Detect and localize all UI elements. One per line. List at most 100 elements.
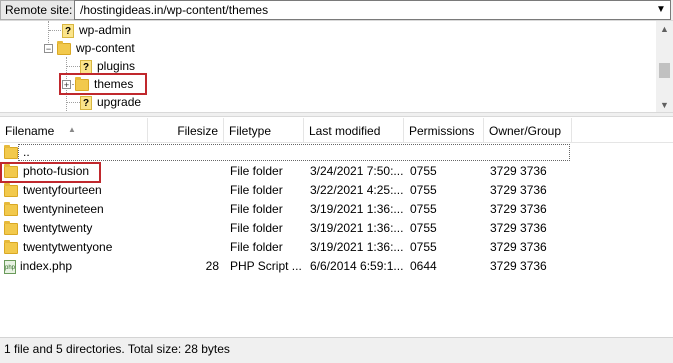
modified-text: 6/6/2014 6:59:1... — [310, 259, 404, 273]
perms-cell: 0755 — [410, 200, 484, 219]
type-cell: File folder — [230, 162, 304, 181]
table-row[interactable]: twentynineteen File folder 3/19/2021 1:36:… — [0, 200, 673, 219]
type-text: File folder — [230, 221, 283, 235]
column-header-owner-group[interactable]: Owner/Group — [484, 118, 572, 142]
tree-node-label: wp-content — [76, 41, 135, 55]
unknown-folder-icon: ? — [62, 23, 74, 38]
name-text: twentyfourteen — [23, 183, 102, 197]
remote-site-bar: Remote site: /hostingideas.in/wp-content… — [0, 0, 673, 20]
size-cell: 28 — [148, 257, 219, 276]
pane-splitter[interactable] — [0, 112, 673, 117]
size-text: 28 — [205, 259, 219, 273]
remote-directory-tree[interactable]: ? wp-admin − wp-content ? plugins + themes ?… — [0, 20, 673, 113]
type-cell: File folder — [230, 181, 304, 200]
table-row[interactable]: twentytwenty File folder 3/19/2021 1:36:..… — [0, 219, 673, 238]
column-header-row: Filename ▲ Filesize Filetype Last modifi… — [0, 118, 673, 143]
owner-cell: 3729 3736 — [490, 238, 570, 257]
name-text: twentytwenty — [23, 221, 93, 235]
type-cell: File folder — [230, 238, 304, 257]
folder-icon — [4, 182, 18, 197]
table-row[interactable]: twentyfourteen File folder 3/22/2021 4:25:… — [0, 181, 673, 200]
table-row[interactable]: php index.php 28 PHP Script ... 6/6/2014 6:5… — [0, 257, 673, 276]
modified-text: 3/19/2021 1:36:... — [310, 221, 404, 235]
column-header-label: Filename — [5, 124, 55, 138]
modified-cell: 6/6/2014 6:59:1... — [310, 257, 404, 276]
perms-text: 0755 — [410, 164, 437, 178]
owner-cell: 3729 3736 — [490, 181, 570, 200]
owner-text: 3729 3736 — [490, 202, 547, 216]
column-header-label: Permissions — [409, 124, 475, 138]
folder-icon — [4, 144, 18, 159]
size-cell — [148, 200, 219, 219]
size-cell — [148, 181, 219, 200]
type-text: File folder — [230, 164, 283, 178]
modified-text: 3/19/2021 1:36:... — [310, 202, 404, 216]
remote-path-combobox[interactable]: /hostingideas.in/wp-content/themes ▼ — [74, 0, 671, 20]
size-cell — [148, 219, 219, 238]
php-file-icon: php — [4, 259, 16, 274]
folder-icon — [57, 40, 71, 55]
column-header-filesize[interactable]: Filesize — [148, 118, 224, 142]
owner-cell: 3729 3736 — [490, 200, 570, 219]
owner-text: 3729 3736 — [490, 240, 547, 254]
modified-cell: 3/19/2021 1:36:... — [310, 219, 404, 238]
tree-node-wp-content[interactable]: − wp-content — [44, 39, 135, 57]
perms-cell: 0755 — [410, 238, 484, 257]
modified-text: 3/22/2021 4:25:... — [310, 183, 404, 197]
name-text: twentynineteen — [23, 202, 104, 216]
tree-scrollbar[interactable]: ▲ ▼ — [656, 21, 673, 113]
remote-file-list[interactable]: Filename ▲ Filesize Filetype Last modifi… — [0, 118, 673, 337]
perms-text: 0644 — [410, 259, 437, 273]
owner-text: 3729 3736 — [490, 259, 547, 273]
name-text: index.php — [20, 259, 73, 273]
owner-text: 3729 3736 — [490, 164, 547, 178]
collapse-icon[interactable]: − — [44, 44, 53, 54]
modified-cell: 3/19/2021 1:36:... — [310, 238, 404, 257]
tree-node-wp-admin[interactable]: ? wp-admin — [62, 21, 131, 39]
perms-cell: 0755 — [410, 162, 484, 181]
perms-cell: 0644 — [410, 257, 484, 276]
modified-cell: 3/19/2021 1:36:... — [310, 200, 404, 219]
chevron-down-icon[interactable]: ▼ — [654, 1, 668, 19]
scrollbar-thumb[interactable] — [659, 63, 670, 78]
owner-text: 3729 3736 — [490, 221, 547, 235]
unknown-folder-icon: ? — [80, 95, 92, 110]
column-header-last-modified[interactable]: Last modified — [304, 118, 404, 142]
name-cell: twentyfourteen — [4, 181, 144, 200]
tree-node-label: plugins — [97, 59, 136, 73]
owner-cell: 3729 3736 — [490, 219, 570, 238]
type-cell: File folder — [230, 219, 304, 238]
owner-cell: 3729 3736 — [490, 257, 570, 276]
column-header-filetype[interactable]: Filetype — [224, 118, 304, 142]
type-cell: File folder — [230, 200, 304, 219]
owner-text: 3729 3736 — [490, 183, 547, 197]
perms-text: 0755 — [410, 202, 437, 216]
highlight-box — [0, 162, 101, 183]
sort-ascending-icon: ▲ — [68, 125, 76, 134]
status-text: 1 file and 5 directories. Total size: 28… — [4, 342, 230, 356]
perms-text: 0755 — [410, 221, 437, 235]
table-row-parent[interactable]: .. — [0, 143, 673, 162]
column-header-filename[interactable]: Filename ▲ — [0, 118, 148, 142]
modified-text: 3/19/2021 1:36:... — [310, 240, 404, 254]
table-row[interactable]: twentytwentyone File folder 3/19/2021 1:36… — [0, 238, 673, 257]
folder-icon — [4, 201, 18, 216]
name-text: twentytwentyone — [23, 240, 113, 254]
tree-node-label: upgrade — [97, 95, 142, 109]
remote-path-value[interactable]: /hostingideas.in/wp-content/themes — [80, 3, 268, 17]
column-header-label: Last modified — [309, 124, 381, 138]
scroll-down-icon[interactable]: ▼ — [656, 97, 673, 113]
filename-text: .. — [23, 145, 30, 159]
scroll-up-icon[interactable]: ▲ — [656, 21, 673, 37]
folder-icon — [4, 239, 18, 254]
size-cell — [148, 162, 219, 181]
modified-cell: 3/22/2021 4:25:... — [310, 181, 404, 200]
perms-text: 0755 — [410, 183, 437, 197]
filename-cell: .. — [4, 143, 30, 162]
column-header-permissions[interactable]: Permissions — [404, 118, 484, 142]
folder-icon — [4, 220, 18, 235]
owner-cell: 3729 3736 — [490, 162, 570, 181]
name-cell: twentytwenty — [4, 219, 144, 238]
focus-rectangle — [18, 144, 570, 161]
tree-node-upgrade[interactable]: ? upgrade — [80, 93, 141, 111]
